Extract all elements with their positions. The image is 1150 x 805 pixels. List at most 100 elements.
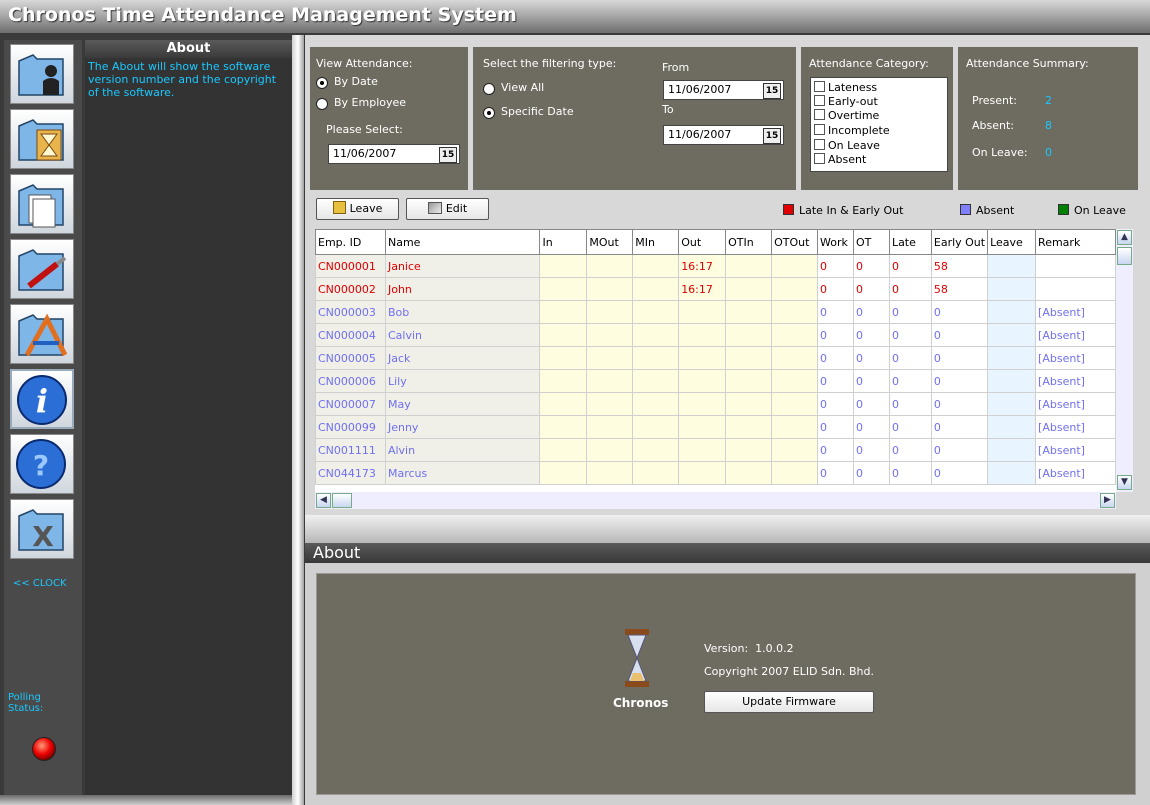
specific-date-radio[interactable] xyxy=(483,107,495,119)
category-item[interactable]: On Leave xyxy=(814,139,880,152)
table-cell[interactable]: Janice xyxy=(384,254,541,278)
table-cell[interactable]: 0 xyxy=(853,346,890,370)
table-cell[interactable]: 0 xyxy=(817,369,855,393)
table-cell[interactable]: CN000007 xyxy=(315,392,386,416)
table-cell[interactable] xyxy=(539,415,588,439)
table-cell[interactable]: 0 xyxy=(853,438,890,462)
table-cell[interactable] xyxy=(632,461,680,485)
column-header[interactable]: Late xyxy=(888,229,932,255)
table-cell[interactable] xyxy=(987,323,1037,347)
table-cell[interactable] xyxy=(586,369,634,393)
exit-icon[interactable]: X xyxy=(10,499,74,559)
table-cell[interactable] xyxy=(725,254,773,278)
table-cell[interactable]: [Absent] xyxy=(1035,300,1116,324)
tools-icon[interactable] xyxy=(10,239,74,299)
table-cell[interactable]: 0 xyxy=(930,346,989,370)
column-header[interactable]: OT xyxy=(853,229,890,255)
checkbox[interactable] xyxy=(814,95,825,106)
table-cell[interactable] xyxy=(678,461,727,485)
table-row[interactable]: CN000003 Bob 0 0 0 0 [Absent] xyxy=(315,300,1116,324)
table-cell[interactable] xyxy=(725,277,773,301)
by-date-radio[interactable] xyxy=(316,77,328,89)
table-cell[interactable]: CN000005 xyxy=(315,346,386,370)
table-cell[interactable] xyxy=(771,392,819,416)
table-cell[interactable]: Jenny xyxy=(384,415,541,439)
table-cell[interactable]: Calvin xyxy=(384,323,541,347)
table-cell[interactable] xyxy=(771,415,819,439)
table-cell[interactable]: 0 xyxy=(930,415,989,439)
table-cell[interactable] xyxy=(586,392,634,416)
table-cell[interactable] xyxy=(987,277,1037,301)
table-cell[interactable]: Marcus xyxy=(384,461,541,485)
table-cell[interactable]: [Absent] xyxy=(1035,461,1116,485)
table-cell[interactable]: [Absent] xyxy=(1035,438,1116,462)
table-row[interactable]: CN000099 Jenny 0 0 0 0 [Absent] xyxy=(315,415,1116,439)
table-cell[interactable] xyxy=(539,438,588,462)
table-cell[interactable]: 0 xyxy=(853,461,890,485)
table-cell[interactable]: 0 xyxy=(930,461,989,485)
table-cell[interactable]: 0 xyxy=(930,438,989,462)
table-cell[interactable]: 0 xyxy=(930,323,989,347)
table-cell[interactable] xyxy=(539,392,588,416)
table-cell[interactable]: 0 xyxy=(853,254,890,278)
table-cell[interactable] xyxy=(586,277,634,301)
table-cell[interactable] xyxy=(987,415,1037,439)
schedule-icon[interactable] xyxy=(10,109,74,169)
table-cell[interactable] xyxy=(632,254,680,278)
table-cell[interactable]: 16:17 xyxy=(678,277,727,301)
table-row[interactable]: CN044173 Marcus 0 0 0 0 [Absent] xyxy=(315,461,1116,485)
table-cell[interactable] xyxy=(771,254,819,278)
table-cell[interactable]: 58 xyxy=(930,277,989,301)
table-cell[interactable]: CN000003 xyxy=(315,300,386,324)
table-cell[interactable]: 0 xyxy=(853,277,890,301)
table-cell[interactable]: CN000001 xyxy=(315,254,386,278)
category-item[interactable]: Early-out xyxy=(814,95,878,108)
table-cell[interactable] xyxy=(632,369,680,393)
table-cell[interactable] xyxy=(632,323,680,347)
column-header[interactable]: MIn xyxy=(632,229,680,255)
table-row[interactable]: CN000001 Janice 16:17 0 0 0 58 xyxy=(315,254,1116,278)
by-employee-radio[interactable] xyxy=(316,98,328,110)
table-cell[interactable]: 0 xyxy=(888,254,932,278)
table-cell[interactable] xyxy=(771,323,819,347)
table-cell[interactable] xyxy=(539,346,588,370)
table-cell[interactable] xyxy=(539,323,588,347)
table-cell[interactable] xyxy=(987,300,1037,324)
table-row[interactable]: CN000005 Jack 0 0 0 0 [Absent] xyxy=(315,346,1116,370)
table-cell[interactable]: 0 xyxy=(888,346,932,370)
table-cell[interactable]: Jack xyxy=(384,346,541,370)
table-cell[interactable]: 0 xyxy=(817,346,855,370)
from-date-field[interactable]: 11/06/2007 15 xyxy=(663,80,784,100)
category-item[interactable]: Absent xyxy=(814,153,866,166)
horizontal-scrollbar[interactable]: ◀ ▶ xyxy=(315,492,1116,509)
column-header[interactable]: Remark xyxy=(1035,229,1116,255)
table-cell[interactable] xyxy=(632,277,680,301)
table-cell[interactable] xyxy=(632,346,680,370)
help-icon[interactable]: ? xyxy=(10,434,74,494)
scroll-thumb[interactable] xyxy=(1117,247,1132,265)
table-cell[interactable] xyxy=(725,369,773,393)
table-cell[interactable]: 0 xyxy=(888,300,932,324)
table-cell[interactable] xyxy=(539,300,588,324)
table-cell[interactable] xyxy=(725,461,773,485)
table-cell[interactable] xyxy=(987,392,1037,416)
update-firmware-button[interactable]: Update Firmware xyxy=(704,691,874,713)
column-header[interactable]: Work xyxy=(817,229,855,255)
table-cell[interactable] xyxy=(539,369,588,393)
table-cell[interactable] xyxy=(987,369,1037,393)
column-header[interactable]: Emp. ID xyxy=(315,229,386,255)
checkbox[interactable] xyxy=(814,139,825,150)
table-row[interactable]: CN000006 Lily 0 0 0 0 [Absent] xyxy=(315,369,1116,393)
calendar-icon[interactable]: 15 xyxy=(763,128,781,144)
table-cell[interactable]: [Absent] xyxy=(1035,346,1116,370)
table-cell[interactable] xyxy=(586,461,634,485)
scroll-down-icon[interactable]: ▼ xyxy=(1117,475,1132,490)
table-cell[interactable] xyxy=(678,300,727,324)
column-header[interactable]: OTIn xyxy=(725,229,773,255)
horizontal-splitter[interactable] xyxy=(305,515,1150,543)
table-cell[interactable] xyxy=(771,438,819,462)
table-cell[interactable]: 0 xyxy=(930,369,989,393)
table-cell[interactable]: 0 xyxy=(888,323,932,347)
vertical-splitter[interactable] xyxy=(292,35,304,805)
table-cell[interactable]: Bob xyxy=(384,300,541,324)
